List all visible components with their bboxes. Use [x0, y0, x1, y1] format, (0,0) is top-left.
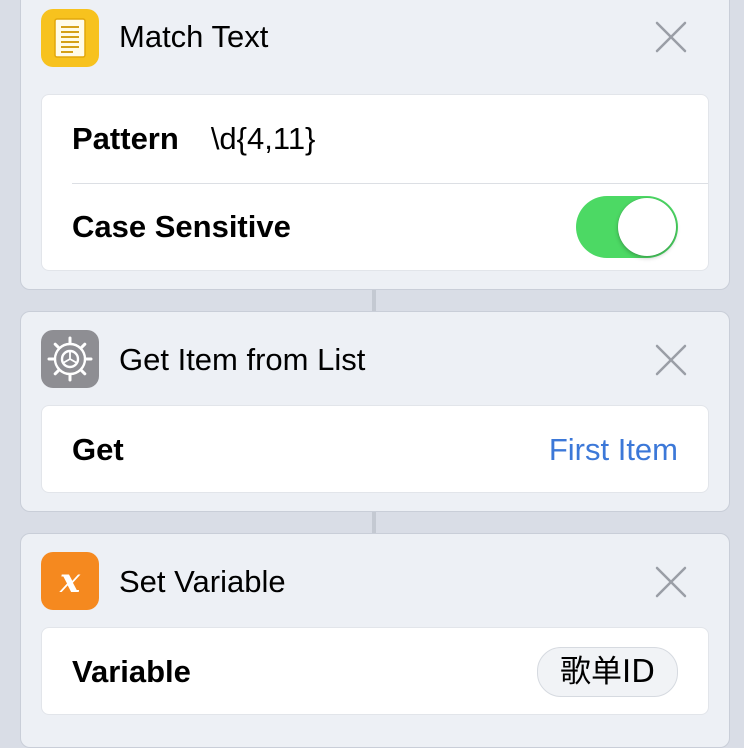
action-title: Get Item from List — [119, 342, 366, 377]
action-card-match-text[interactable]: Match Text Pattern \d{4,11} Case Sensiti… — [20, 0, 730, 290]
action-header: Get Item from List — [21, 312, 729, 402]
get-row[interactable]: Get First Item — [42, 406, 708, 492]
close-button[interactable] — [651, 562, 691, 602]
action-card-set-variable[interactable]: x Set Variable Variable 歌单ID — [20, 533, 730, 748]
get-value-picker[interactable]: First Item — [549, 432, 678, 468]
action-header: x Set Variable — [21, 534, 729, 624]
variable-x-icon: x — [41, 552, 99, 610]
gear-icon — [41, 330, 99, 388]
action-parameters: Pattern \d{4,11} Case Sensitive — [41, 94, 709, 271]
close-icon — [655, 344, 687, 376]
action-parameters: Variable 歌单ID — [41, 627, 709, 715]
variable-label: Variable — [72, 654, 191, 689]
pattern-row[interactable]: Pattern \d{4,11} — [42, 95, 708, 183]
pattern-label: Pattern — [72, 121, 179, 156]
action-card-get-item[interactable]: Get Item from List Get First Item — [20, 311, 730, 512]
close-button[interactable] — [651, 340, 691, 380]
action-parameters: Get First Item — [41, 405, 709, 493]
action-title: Match Text — [119, 19, 269, 54]
close-icon — [655, 566, 687, 598]
variable-row[interactable]: Variable 歌单ID — [42, 628, 708, 714]
flow-connector — [372, 512, 376, 534]
close-button[interactable] — [651, 17, 691, 57]
case-sensitive-label: Case Sensitive — [72, 209, 291, 244]
get-label: Get — [72, 432, 124, 467]
case-sensitive-row: Case Sensitive — [42, 183, 708, 270]
action-title: Set Variable — [119, 564, 286, 599]
action-header: Match Text — [21, 1, 729, 75]
pattern-field[interactable]: \d{4,11} — [211, 121, 316, 157]
document-icon — [41, 9, 99, 67]
toggle-knob — [618, 198, 676, 256]
close-icon — [655, 21, 687, 53]
flow-connector — [372, 290, 376, 312]
case-sensitive-toggle[interactable] — [576, 196, 678, 258]
variable-name-token[interactable]: 歌单ID — [536, 647, 678, 697]
